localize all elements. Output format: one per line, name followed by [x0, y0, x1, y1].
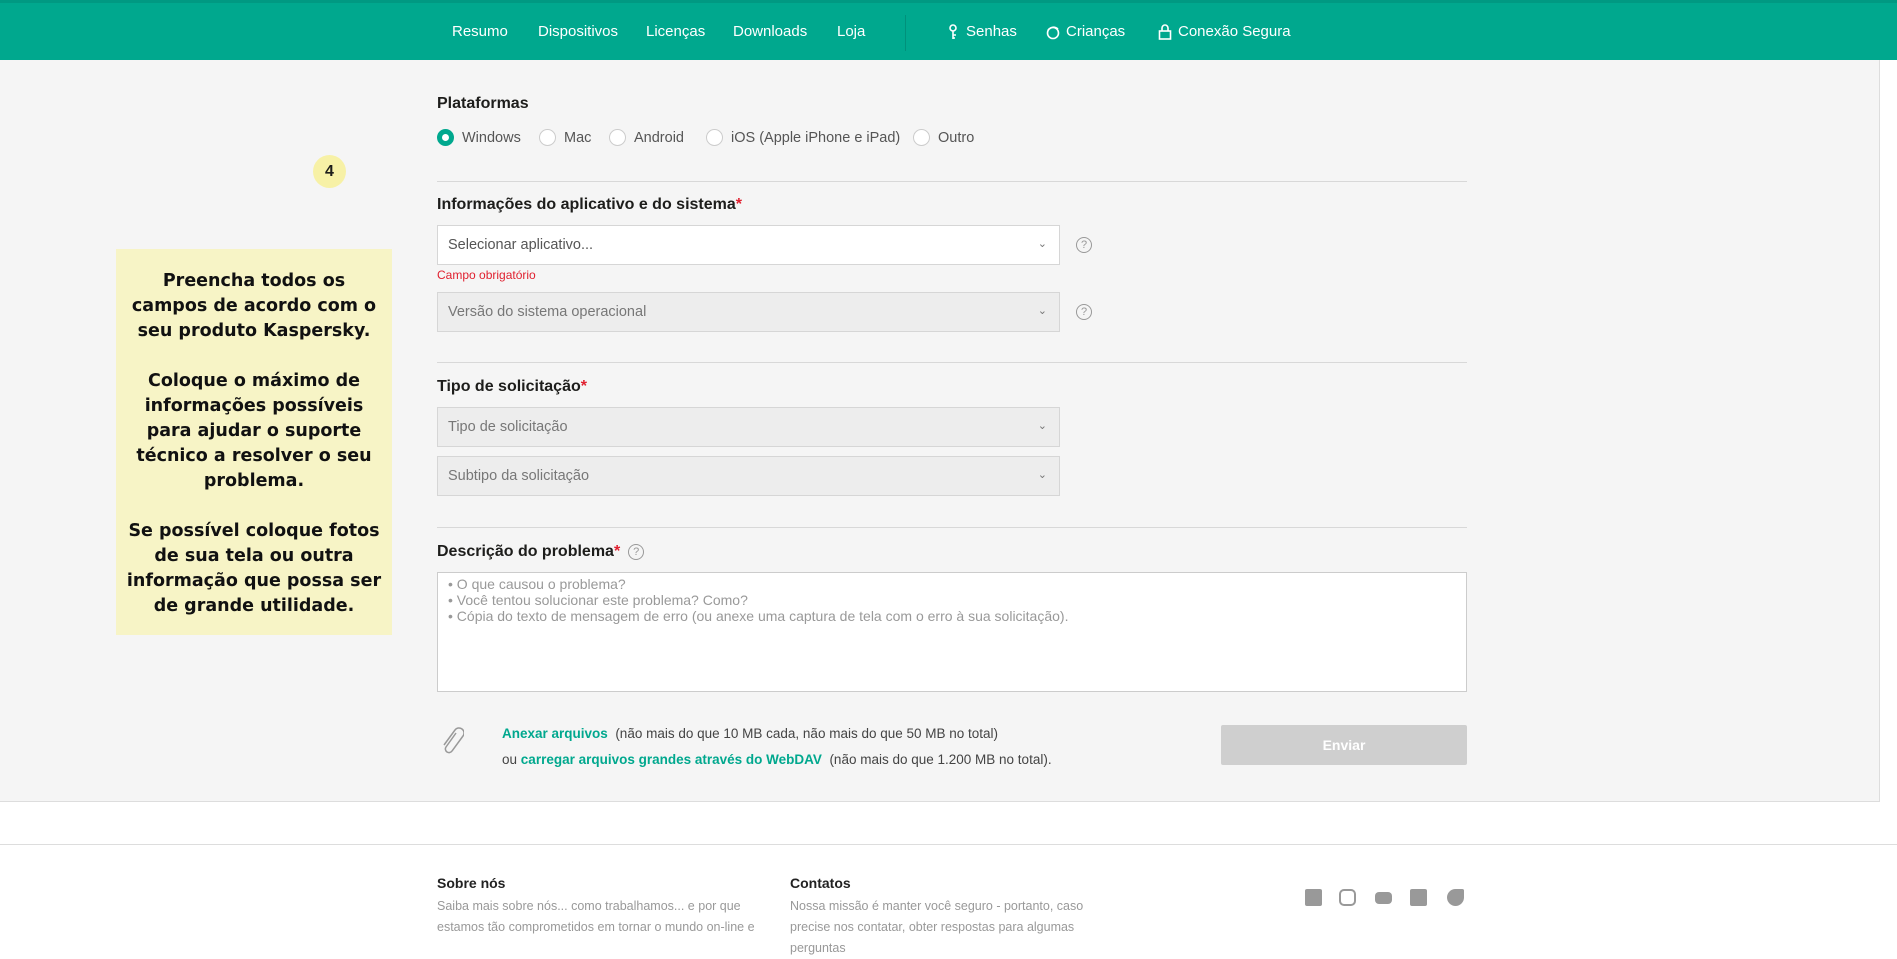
nav-loja[interactable]: Loja — [837, 23, 865, 40]
radio-outro[interactable]: Outro — [913, 129, 974, 146]
app-info-title: Informações do aplicativo e do sistema* — [437, 196, 742, 214]
footer-divider — [0, 844, 1897, 845]
request-type-select[interactable]: Tipo de solicitação ⌄ — [437, 407, 1060, 447]
footer-about-text: Saiba mais sobre nós... como trabalhamos… — [437, 899, 755, 934]
linkedin-icon[interactable] — [1410, 889, 1427, 906]
top-nav-bar: Resumo Dispositivos Licenças Downloads L… — [0, 0, 1897, 60]
facebook-icon[interactable] — [1305, 889, 1322, 906]
step-badge: 4 — [313, 155, 346, 188]
os-version-select[interactable]: Versão do sistema operacional ⌄ — [437, 292, 1060, 332]
nav-conexao-label: Conexão Segura — [1178, 23, 1291, 40]
or-text: ou — [502, 752, 518, 767]
required-marker: * — [580, 378, 587, 395]
nav-senhas[interactable]: Senhas — [946, 23, 1017, 40]
lock-icon — [1158, 23, 1172, 40]
radio-ios[interactable]: iOS (Apple iPhone e iPad) — [706, 129, 900, 146]
radio-unchecked-icon — [913, 129, 930, 146]
request-title-text: Tipo de solicitação — [437, 378, 581, 395]
placeholder-line: • Você tentou solucionar este problema? … — [448, 592, 748, 608]
footer-contacts-title[interactable]: Contatos — [790, 875, 851, 891]
nav-senhas-label: Senhas — [966, 23, 1017, 40]
footer-about-title[interactable]: Sobre nós — [437, 875, 505, 891]
platforms-title: Plataformas — [437, 95, 529, 112]
chevron-down-icon: ⌄ — [1037, 238, 1047, 250]
section-divider — [437, 527, 1467, 528]
nav-conexao-segura[interactable]: Conexão Segura — [1158, 23, 1291, 40]
note-paragraph: Coloque o máximo de informações possívei… — [136, 371, 372, 491]
attach-files-link[interactable]: Anexar arquivos — [502, 726, 608, 741]
radio-windows[interactable]: Windows — [437, 129, 521, 146]
help-icon[interactable]: ? — [1076, 304, 1092, 320]
help-icon[interactable]: ? — [628, 544, 645, 560]
nav-criancas-label: Crianças — [1066, 23, 1126, 40]
child-face-icon — [1046, 25, 1060, 39]
request-type-title: Tipo de solicitação* — [437, 378, 587, 396]
nav-downloads[interactable]: Downloads — [733, 23, 807, 40]
twitter-icon[interactable] — [1447, 889, 1464, 906]
app-select[interactable]: Selecionar aplicativo... ⌄ — [437, 225, 1060, 265]
nav-criancas[interactable]: Crianças — [1046, 23, 1125, 40]
instagram-icon[interactable] — [1339, 889, 1356, 906]
radio-android[interactable]: Android — [609, 129, 684, 146]
key-icon — [949, 23, 957, 39]
app-info-title-text: Informações do aplicativo e do sistema — [437, 196, 736, 213]
placeholder-line: • Cópia do texto de mensagem de erro (ou… — [448, 608, 1069, 624]
request-subtype-value: Subtipo da solicitação — [448, 468, 590, 484]
note-paragraph: Se possível coloque fotos de sua tela ou… — [126, 521, 382, 616]
description-title: Descrição do problema*? — [437, 543, 645, 561]
chevron-down-icon: ⌄ — [1037, 420, 1047, 432]
instruction-note: Preencha todos os campos de acordo com o… — [116, 249, 392, 635]
error-message: Campo obrigatório — [437, 268, 536, 282]
os-select-value: Versão do sistema operacional — [448, 304, 647, 320]
note-paragraph: Preencha todos os campos de acordo com o… — [131, 271, 377, 341]
request-subtype-select[interactable]: Subtipo da solicitação ⌄ — [437, 456, 1060, 496]
webdav-limit: (não mais do que 1.200 MB no total). — [829, 752, 1052, 767]
radio-label: Android — [634, 129, 684, 146]
app-select-value: Selecionar aplicativo... — [448, 237, 594, 253]
description-title-text: Descrição do problema — [437, 543, 614, 560]
attach-limit: (não mais do que 10 MB cada, não mais do… — [615, 726, 999, 741]
required-marker: * — [735, 196, 742, 213]
footer-contacts-text: Nossa missão é manter você seguro - port… — [790, 899, 1084, 955]
help-icon[interactable]: ? — [1076, 237, 1092, 253]
radio-unchecked-icon — [609, 129, 626, 146]
placeholder-line: • O que causou o problema? — [448, 576, 626, 592]
request-type-value: Tipo de solicitação — [448, 419, 568, 435]
required-marker: * — [613, 543, 621, 560]
section-divider — [437, 181, 1467, 182]
chevron-down-icon: ⌄ — [1037, 305, 1047, 317]
webdav-link[interactable]: carregar arquivos grandes através do Web… — [521, 752, 822, 767]
attach-line: Anexar arquivos (não mais do que 10 MB c… — [502, 726, 998, 741]
radio-mac[interactable]: Mac — [539, 129, 591, 146]
description-textarea[interactable]: • O que causou o problema? • Você tentou… — [437, 572, 1467, 692]
radio-label: Mac — [564, 129, 592, 146]
paperclip-icon — [443, 727, 464, 754]
webdav-line: ou carregar arquivos grandes através do … — [502, 752, 1052, 767]
chevron-down-icon: ⌄ — [1037, 469, 1047, 481]
nav-resumo[interactable]: Resumo — [452, 23, 508, 40]
radio-unchecked-icon — [539, 129, 556, 146]
section-divider — [437, 362, 1467, 363]
radio-checked-icon — [437, 129, 454, 146]
radio-label: Windows — [462, 129, 521, 146]
youtube-icon[interactable] — [1375, 892, 1392, 904]
submit-button[interactable]: Enviar — [1221, 725, 1467, 765]
nav-dispositivos[interactable]: Dispositivos — [538, 23, 618, 40]
radio-label: Outro — [938, 129, 975, 146]
nav-licencas[interactable]: Licenças — [646, 23, 705, 40]
radio-unchecked-icon — [706, 129, 723, 146]
nav-divider — [905, 15, 906, 51]
radio-label: iOS (Apple iPhone e iPad) — [731, 129, 901, 146]
